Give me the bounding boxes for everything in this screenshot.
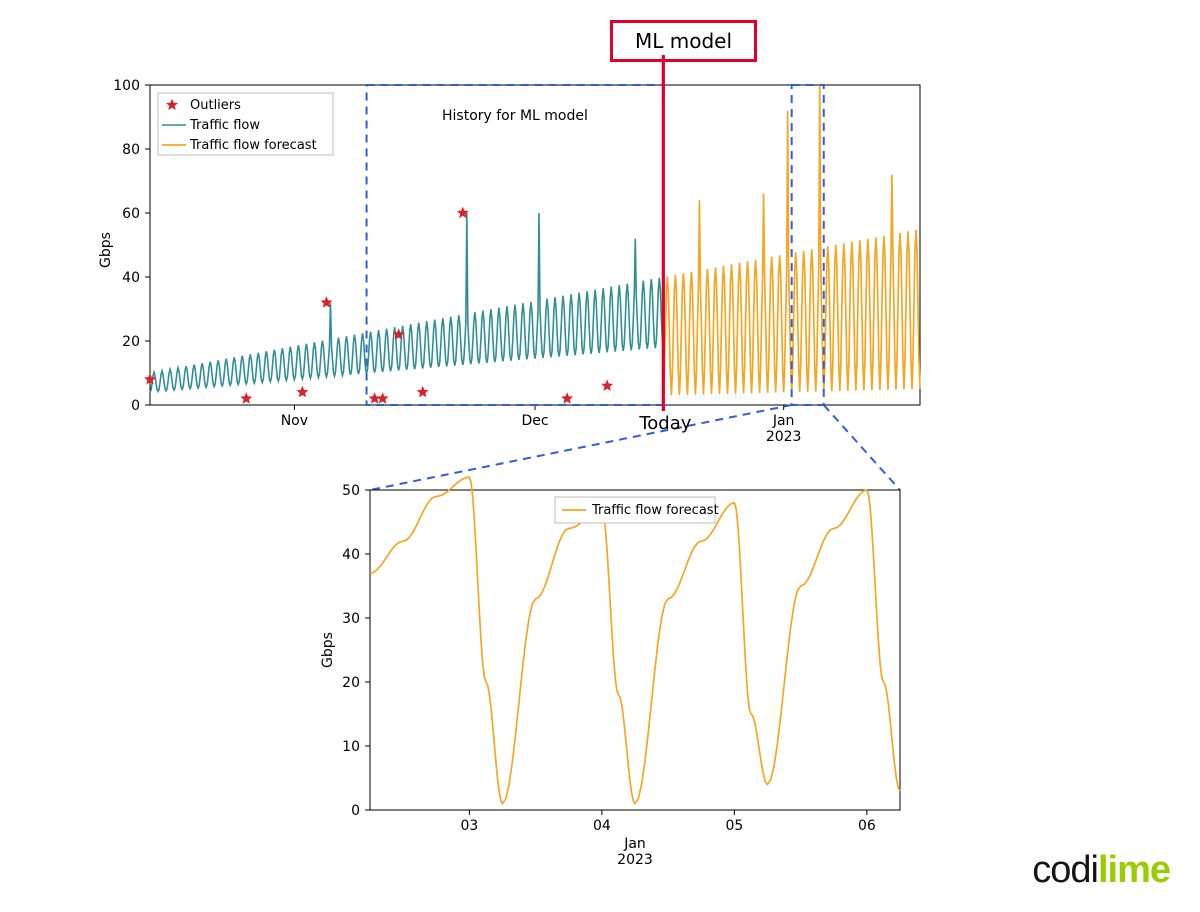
bottom-chart: 0 10 20 30 40 50 Gbps 03 04 05 06 Jan2023 Traffic… bbox=[0, 470, 1200, 900]
figure: ML model 020406080100 Gbps NovDecJan2023… bbox=[0, 0, 1200, 912]
svg-text:2023: 2023 bbox=[617, 852, 653, 868]
svg-text:40: 40 bbox=[342, 547, 360, 563]
logo-part1: codi bbox=[1032, 849, 1098, 891]
bottom-x-axis: 03 04 05 06 Jan2023 bbox=[460, 810, 875, 868]
bottom-legend-label: Traffic flow forecast bbox=[591, 503, 719, 518]
top-x-axis: Nov Dec Jan2023 bbox=[281, 405, 802, 445]
bottom-legend: Traffic flow forecast bbox=[555, 497, 719, 523]
svg-text:Nov: Nov bbox=[281, 413, 308, 429]
svg-text:100: 100 bbox=[113, 78, 140, 94]
svg-text:05: 05 bbox=[725, 818, 743, 834]
svg-text:20: 20 bbox=[122, 334, 140, 350]
bottom-y-axis: 0 10 20 30 40 50 bbox=[342, 483, 370, 819]
svg-text:03: 03 bbox=[460, 818, 478, 834]
top-y-axis: 0 20 40 60 80 100 bbox=[113, 78, 150, 414]
legend-traffic: Traffic flow bbox=[189, 118, 260, 133]
svg-text:0: 0 bbox=[131, 398, 140, 414]
today-label: Today bbox=[639, 413, 691, 434]
bottom-ylabel: Gbps bbox=[320, 632, 336, 668]
svg-text:0: 0 bbox=[351, 803, 360, 819]
svg-text:Jan: Jan bbox=[772, 413, 795, 429]
svg-text:04: 04 bbox=[593, 818, 611, 834]
logo-part2: lime bbox=[1098, 849, 1170, 891]
svg-text:40: 40 bbox=[122, 270, 140, 286]
svg-text:30: 30 bbox=[342, 611, 360, 627]
top-ylabel: Gbps bbox=[98, 232, 114, 268]
svg-text:Dec: Dec bbox=[521, 413, 548, 429]
top-chart: 0 20 40 60 80 100 Gbps Nov Dec Jan2023 History … bbox=[0, 55, 1200, 495]
svg-text:06: 06 bbox=[858, 818, 876, 834]
svg-text:20: 20 bbox=[342, 675, 360, 691]
svg-text:Jan: Jan bbox=[623, 836, 646, 852]
svg-text:60: 60 bbox=[122, 206, 140, 222]
svg-text:10: 10 bbox=[342, 739, 360, 755]
svg-text:2023: 2023 bbox=[766, 429, 802, 445]
svg-text:50: 50 bbox=[342, 483, 360, 499]
svg-text:80: 80 bbox=[122, 142, 140, 158]
legend-forecast: Traffic flow forecast bbox=[189, 138, 317, 153]
brand-logo: codilime bbox=[1032, 849, 1170, 892]
bottom-plot-frame bbox=[370, 490, 900, 810]
history-label: History for ML model bbox=[442, 108, 588, 124]
top-legend: Outliers Traffic flow Traffic flow forec… bbox=[158, 93, 333, 155]
legend-outliers: Outliers bbox=[190, 98, 241, 113]
